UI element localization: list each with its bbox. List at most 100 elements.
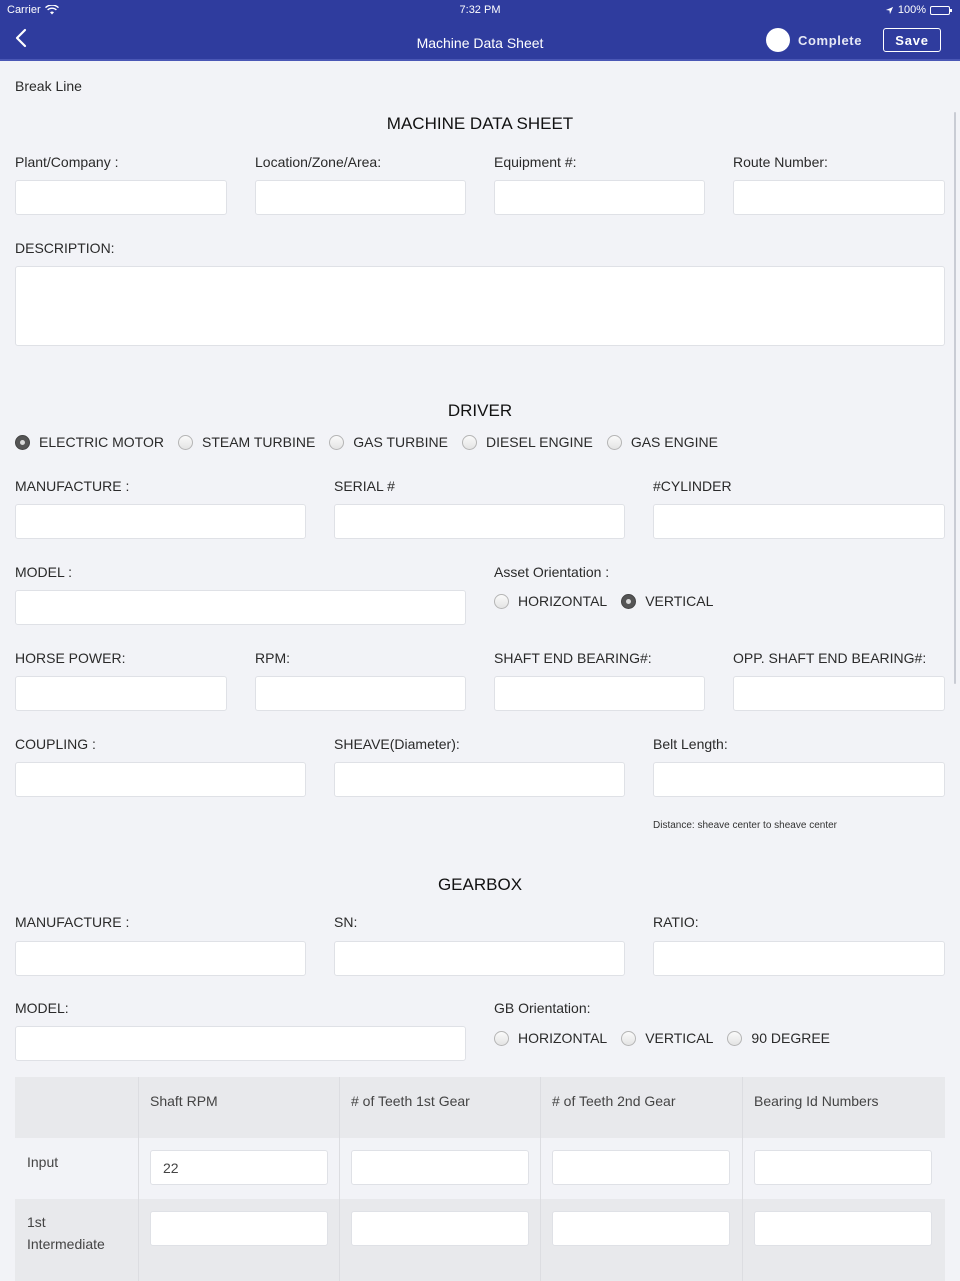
gearbox-sn-input[interactable] bbox=[334, 941, 625, 976]
gear-table: Shaft RPM # of Teeth 1st Gear # of Teeth… bbox=[15, 1077, 945, 1281]
gearbox-ratio-label: RATIO: bbox=[653, 914, 699, 930]
column-header: # of Teeth 1st Gear bbox=[351, 1093, 470, 1109]
belt-length-hint: Distance: sheave center to sheave center bbox=[653, 820, 837, 831]
belt-length-input[interactable] bbox=[653, 762, 945, 797]
rpm-label: RPM: bbox=[255, 650, 290, 666]
radio-diesel-engine[interactable]: DIESEL ENGINE bbox=[461, 434, 593, 450]
complete-label: Complete bbox=[798, 32, 863, 48]
complete-circle-icon bbox=[766, 28, 790, 52]
horse-power-input[interactable] bbox=[15, 676, 227, 711]
complete-toggle[interactable]: Complete bbox=[766, 28, 862, 52]
radio-unselected-icon bbox=[177, 434, 193, 450]
sheave-input[interactable] bbox=[334, 762, 625, 797]
status-battery: 100% bbox=[885, 4, 952, 16]
radio-selected-icon bbox=[15, 434, 30, 450]
rpm-input[interactable] bbox=[255, 676, 466, 711]
radio-unselected-icon bbox=[621, 1030, 637, 1046]
radio-unselected-icon bbox=[727, 1030, 743, 1046]
battery-percent: 100% bbox=[897, 4, 926, 16]
plant-company-input[interactable] bbox=[15, 180, 227, 215]
plant-company-label: Plant/Company : bbox=[15, 154, 119, 170]
column-divider bbox=[339, 1077, 340, 1281]
equipment-label: Equipment #: bbox=[494, 154, 577, 170]
horse-power-label: HORSE POWER: bbox=[15, 650, 126, 666]
radio-unselected-icon bbox=[329, 434, 345, 450]
coupling-input[interactable] bbox=[15, 762, 306, 797]
table-header: Shaft RPM # of Teeth 1st Gear # of Teeth… bbox=[15, 1077, 945, 1138]
radio-gb-vertical[interactable]: VERTICAL bbox=[621, 1030, 713, 1046]
radio-asset-horizontal[interactable]: HORIZONTAL bbox=[494, 593, 607, 609]
intermediate-teeth-1st-gear[interactable] bbox=[351, 1211, 529, 1246]
column-header: Shaft RPM bbox=[150, 1093, 218, 1109]
radio-unselected-icon bbox=[606, 434, 622, 450]
equipment-input[interactable] bbox=[494, 180, 705, 215]
driver-model-input[interactable] bbox=[15, 590, 466, 625]
gearbox-sn-label: SN: bbox=[334, 914, 358, 930]
radio-asset-vertical[interactable]: VERTICAL bbox=[621, 593, 713, 609]
asset-orientation-label: Asset Orientation : bbox=[494, 564, 610, 580]
intermediate-shaft-rpm[interactable] bbox=[150, 1211, 328, 1246]
intermediate-bearing-id[interactable] bbox=[754, 1211, 932, 1246]
gearbox-ratio-input[interactable] bbox=[653, 941, 945, 976]
coupling-label: COUPLING : bbox=[15, 736, 96, 752]
description-label: DESCRIPTION: bbox=[15, 240, 115, 256]
description-textarea[interactable] bbox=[15, 266, 945, 346]
table-row: Input 22 bbox=[15, 1138, 945, 1199]
gb-orientation-label: GB Orientation: bbox=[494, 1000, 591, 1016]
radio-gas-turbine[interactable]: GAS TURBINE bbox=[329, 434, 448, 450]
gearbox-model-label: MODEL: bbox=[15, 1000, 69, 1016]
radio-unselected-icon bbox=[461, 434, 477, 450]
section-title-driver: DRIVER bbox=[447, 401, 513, 420]
save-button[interactable]: Save bbox=[883, 28, 941, 52]
driver-model-label: MODEL : bbox=[15, 564, 73, 580]
gb-orientation-radio-group: HORIZONTAL VERTICAL 90 DEGREE bbox=[494, 1030, 844, 1046]
route-number-input[interactable] bbox=[733, 180, 945, 215]
driver-manufacture-input[interactable] bbox=[15, 504, 306, 539]
battery-icon bbox=[930, 5, 952, 15]
radio-gas-engine[interactable]: GAS ENGINE bbox=[606, 434, 718, 450]
radio-electric-motor[interactable]: ELECTRIC MOTOR bbox=[15, 434, 164, 450]
sheave-label: SHEAVE(Diameter): bbox=[334, 736, 460, 752]
radio-unselected-icon bbox=[494, 1030, 509, 1046]
row-label: Input bbox=[27, 1154, 59, 1170]
driver-cylinder-input[interactable] bbox=[653, 504, 945, 539]
input-teeth-1st-gear[interactable] bbox=[351, 1150, 529, 1185]
driver-type-radio-group: ELECTRIC MOTOR STEAM TURBINE GAS TURBINE… bbox=[15, 434, 732, 450]
scrollbar[interactable] bbox=[954, 112, 956, 684]
asset-orientation-radio-group: HORIZONTAL VERTICAL bbox=[494, 593, 727, 609]
belt-length-label: Belt Length: bbox=[653, 736, 728, 752]
intermediate-teeth-2nd-gear[interactable] bbox=[552, 1211, 730, 1246]
shaft-end-bearing-input[interactable] bbox=[494, 676, 705, 711]
column-divider bbox=[540, 1077, 541, 1281]
driver-manufacture-label: MANUFACTURE : bbox=[15, 478, 130, 494]
section-title-gearbox: GEARBOX bbox=[437, 875, 523, 894]
row-label-line: 1st bbox=[27, 1214, 46, 1230]
input-bearing-id[interactable] bbox=[754, 1150, 932, 1185]
radio-gb-90-degree[interactable]: 90 DEGREE bbox=[727, 1030, 830, 1046]
column-divider bbox=[742, 1077, 743, 1281]
opp-shaft-end-bearing-label: OPP. SHAFT END BEARING#: bbox=[733, 650, 927, 666]
input-shaft-rpm[interactable]: 22 bbox=[150, 1150, 328, 1185]
gearbox-model-input[interactable] bbox=[15, 1026, 466, 1061]
status-time: 7:32 PM bbox=[459, 4, 501, 16]
route-number-label: Route Number: bbox=[733, 154, 828, 170]
table-row: 1st Intermediate bbox=[15, 1199, 945, 1281]
column-divider bbox=[138, 1077, 139, 1281]
location-input[interactable] bbox=[255, 180, 466, 215]
driver-serial-label: SERIAL # bbox=[334, 478, 395, 494]
radio-gb-horizontal[interactable]: HORIZONTAL bbox=[494, 1030, 607, 1046]
opp-shaft-end-bearing-input[interactable] bbox=[733, 676, 945, 711]
column-header: Bearing Id Numbers bbox=[754, 1093, 879, 1109]
gearbox-manufacture-label: MANUFACTURE : bbox=[15, 914, 130, 930]
row-label: 1st Intermediate bbox=[27, 1211, 105, 1255]
radio-steam-turbine[interactable]: STEAM TURBINE bbox=[177, 434, 315, 450]
nav-bar: Carrier 7:32 PM 100% Machine Data Sheet … bbox=[0, 0, 960, 61]
driver-cylinder-label: #CYLINDER bbox=[653, 478, 732, 494]
section-title-machine-data-sheet: MACHINE DATA SHEET bbox=[386, 114, 574, 133]
radio-selected-icon bbox=[621, 593, 637, 609]
location-arrow-icon bbox=[885, 6, 893, 14]
gearbox-manufacture-input[interactable] bbox=[15, 941, 306, 976]
driver-serial-input[interactable] bbox=[334, 504, 625, 539]
input-teeth-2nd-gear[interactable] bbox=[552, 1150, 730, 1185]
column-header: # of Teeth 2nd Gear bbox=[552, 1093, 676, 1109]
